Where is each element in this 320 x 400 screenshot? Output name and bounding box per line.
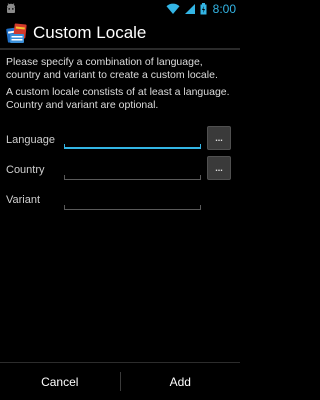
country-label: Country — [6, 164, 45, 176]
variant-label: Variant — [6, 194, 41, 206]
status-time: 8:00 — [212, 2, 236, 16]
action-bar: Custom Locale — [0, 18, 240, 50]
cancel-button[interactable]: Cancel — [0, 363, 120, 400]
country-input-underline — [64, 175, 201, 180]
status-icons: 8:00 — [166, 0, 236, 18]
android-debug-icon — [7, 3, 15, 13]
locale-flags-icon — [6, 23, 27, 43]
description-text: Please specify a combination of language… — [6, 56, 218, 81]
signal-icon — [184, 4, 195, 14]
country-picker-button[interactable]: ... — [207, 156, 231, 180]
language-label: Language — [6, 134, 55, 146]
dialog-button-bar: Cancel Add — [0, 362, 240, 400]
battery-icon — [200, 3, 207, 15]
language-picker-button[interactable]: ... — [207, 126, 231, 150]
wifi-icon — [166, 3, 180, 14]
screen: 8:00 Custom Locale Please specify a comb… — [0, 0, 240, 400]
status-bar: 8:00 — [0, 0, 240, 18]
language-input-underline — [64, 144, 201, 149]
variant-input-underline — [64, 205, 201, 210]
description-note: A custom locale constists of at least a … — [6, 86, 230, 111]
add-button[interactable]: Add — [121, 363, 241, 400]
page-title: Custom Locale — [33, 23, 147, 42]
